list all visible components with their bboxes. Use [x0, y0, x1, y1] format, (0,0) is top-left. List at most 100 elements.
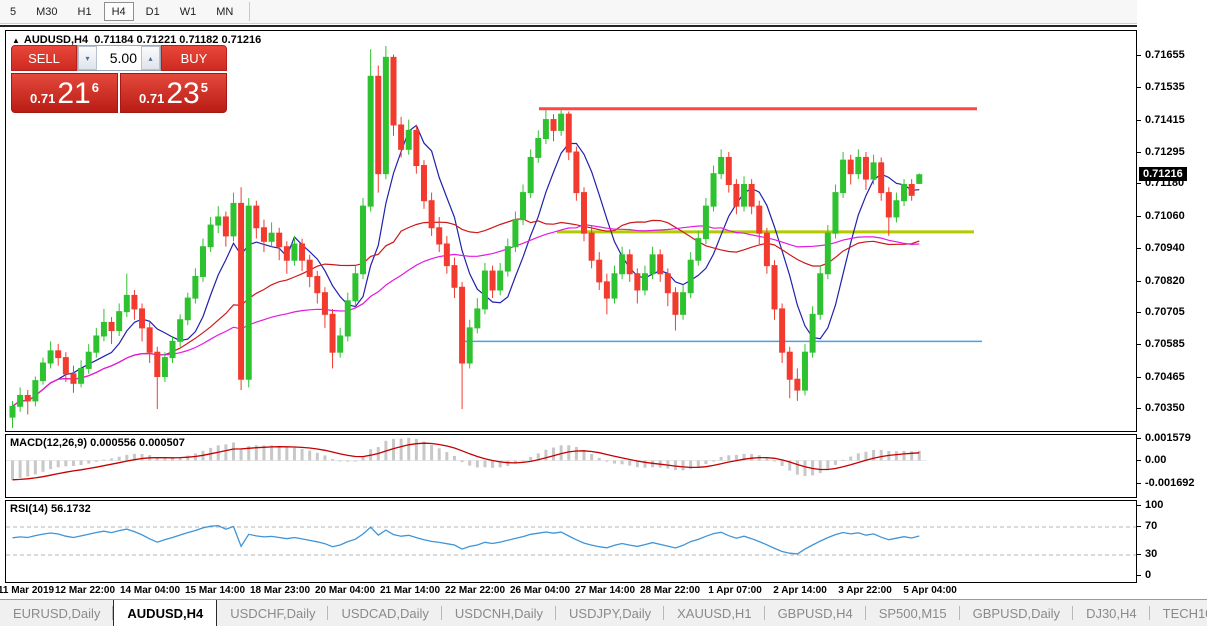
candle-body — [9, 405, 16, 418]
time-label: 5 Apr 04:00 — [903, 585, 957, 596]
timeframe-button-h4[interactable]: H4 — [103, 2, 134, 21]
candle-body — [32, 380, 39, 402]
buy-price-button[interactable]: 0.71 23 5 — [120, 73, 227, 113]
axis-tick-mark — [1137, 216, 1141, 217]
collapse-chart-icon[interactable]: ▲ — [12, 36, 20, 45]
candle-body — [779, 308, 786, 353]
chart-tab-sp500-m15[interactable]: SP500,M15 — [866, 600, 960, 626]
axis-tick-mark — [1137, 505, 1141, 506]
candle-body — [680, 292, 687, 315]
chart-tab-xauusd-h1[interactable]: XAUUSD,H1 — [664, 600, 765, 626]
price-axis[interactable]: 0.71655 0.71535 0.71415 0.71295 0.71180 0.710… — [1137, 0, 1207, 598]
candle-body — [702, 205, 709, 240]
price-tick-0.70705: 0.70705 — [1145, 306, 1185, 318]
chart-tab-dj30-h4[interactable]: DJ30,H4 — [1073, 600, 1150, 626]
macd-histogram-bar — [910, 451, 914, 461]
macd-tick-0.001579: 0.001579 — [1145, 432, 1191, 444]
macd-histogram-bar — [56, 460, 60, 468]
macd-histogram-bar — [270, 445, 274, 461]
time-label: 22 Mar 22:00 — [444, 585, 506, 596]
candle-body — [17, 394, 24, 407]
time-label: 3 Apr 22:00 — [838, 585, 892, 596]
candle-body — [657, 254, 664, 275]
candle-body — [352, 273, 359, 302]
candle-body — [100, 321, 107, 337]
candle-body — [634, 273, 641, 291]
candle-body — [489, 270, 496, 291]
candle-body — [824, 232, 831, 275]
axis-tick-mark — [1137, 483, 1141, 484]
candle-body — [847, 159, 854, 175]
chart-tab-usdcad-daily[interactable]: USDCAD,Daily — [328, 600, 442, 626]
chart-tab-usdcnh-daily[interactable]: USDCNH,Daily — [442, 600, 557, 626]
macd-histogram-bar — [102, 459, 106, 461]
macd-histogram-bar — [41, 460, 45, 472]
candle-body — [39, 362, 46, 382]
candle-body — [390, 56, 397, 126]
candle-body — [78, 367, 85, 384]
toolbar-divider — [0, 23, 1207, 24]
volume-decrease-button[interactable]: ▾ — [78, 46, 97, 70]
macd-label: MACD(12,26,9) 0.000556 0.000507 — [10, 437, 185, 449]
candle-body — [367, 75, 374, 207]
sell-button[interactable]: SELL — [11, 45, 77, 71]
macd-histogram-bar — [712, 460, 716, 462]
candle-body — [756, 205, 763, 234]
timeframe-button-d1[interactable]: D1 — [138, 2, 168, 21]
price-tick-0.70585: 0.70585 — [1145, 338, 1185, 350]
macd-histogram-bar — [392, 438, 395, 461]
axis-tick-mark — [1137, 55, 1141, 56]
sell-price-pipette: 6 — [91, 80, 99, 95]
candle-body — [611, 273, 618, 299]
macd-histogram-bar — [529, 456, 533, 461]
candle-body — [146, 327, 153, 353]
timeframe-button-m30[interactable]: M30 — [28, 2, 65, 21]
time-axis[interactable]: 11 Mar 2019 12 Mar 22:00 14 Mar 04:00 15 Ma… — [0, 583, 1207, 599]
buy-button[interactable]: BUY — [161, 45, 227, 71]
candle-body — [436, 227, 443, 245]
rsi-indicator-pane[interactable]: RSI(14) 56.1732 — [5, 500, 1137, 583]
candle-body — [459, 286, 466, 364]
time-label: 12 Mar 22:00 — [54, 585, 116, 596]
candle-body — [70, 373, 77, 384]
chart-tab-usdjpy-daily[interactable]: USDJPY,Daily — [556, 600, 665, 626]
macd-histogram-bar — [841, 459, 845, 461]
time-label: 18 Mar 23:00 — [249, 585, 311, 596]
chart-tab-gbpusd-h4[interactable]: GBPUSD,H4 — [765, 600, 866, 626]
volume-input[interactable]: 5.00 — [97, 46, 141, 70]
timeframe-button-h1[interactable]: H1 — [70, 2, 100, 21]
candle-body — [260, 227, 267, 242]
candle-body — [93, 335, 100, 353]
candle-body — [573, 151, 580, 194]
macd-histogram-bar — [300, 448, 304, 461]
candle-body — [360, 205, 367, 275]
timeframe-button-mn[interactable]: MN — [208, 2, 241, 21]
macd-histogram-bar — [491, 460, 495, 468]
macd-histogram-bar — [445, 452, 449, 461]
candle-body — [725, 156, 732, 185]
candle-body — [428, 200, 435, 229]
chart-tab-tech100-h1[interactable]: TECH100,H1 — [1150, 600, 1207, 626]
timeframe-button-5[interactable]: 5 — [2, 2, 24, 21]
candle-body — [786, 351, 793, 380]
chevron-down-icon: ▾ — [85, 53, 90, 63]
price-chart-pane[interactable]: ▲ AUDUSD,H4 0.71184 0.71221 0.71182 0.712… — [5, 30, 1137, 432]
macd-histogram-bar — [780, 460, 784, 466]
rsi-chart[interactable] — [6, 501, 1136, 582]
volume-stepper: ▾ 5.00 ▴ — [77, 45, 161, 71]
macd-histogram-bar — [224, 444, 228, 461]
macd-indicator-pane[interactable]: MACD(12,26,9) 0.000556 0.000507 — [5, 434, 1137, 498]
candle-body — [375, 75, 382, 175]
candle-body — [55, 350, 62, 359]
timeframe-button-w1[interactable]: W1 — [172, 2, 205, 21]
volume-increase-button[interactable]: ▴ — [141, 46, 160, 70]
chart-tab-audusd-h4[interactable]: AUDUSD,H4 — [113, 600, 218, 626]
candle-body — [443, 243, 450, 267]
chart-tab-gbpusd-daily[interactable]: GBPUSD,Daily — [960, 600, 1074, 626]
chart-tab-usdchf-daily[interactable]: USDCHF,Daily — [217, 600, 329, 626]
axis-tick-mark — [1137, 87, 1141, 88]
sell-price-button[interactable]: 0.71 21 6 — [11, 73, 118, 113]
macd-histogram-bar — [544, 449, 548, 461]
candle-body — [413, 129, 420, 167]
chart-tab-eurusd-daily[interactable]: EURUSD,Daily — [0, 600, 114, 626]
